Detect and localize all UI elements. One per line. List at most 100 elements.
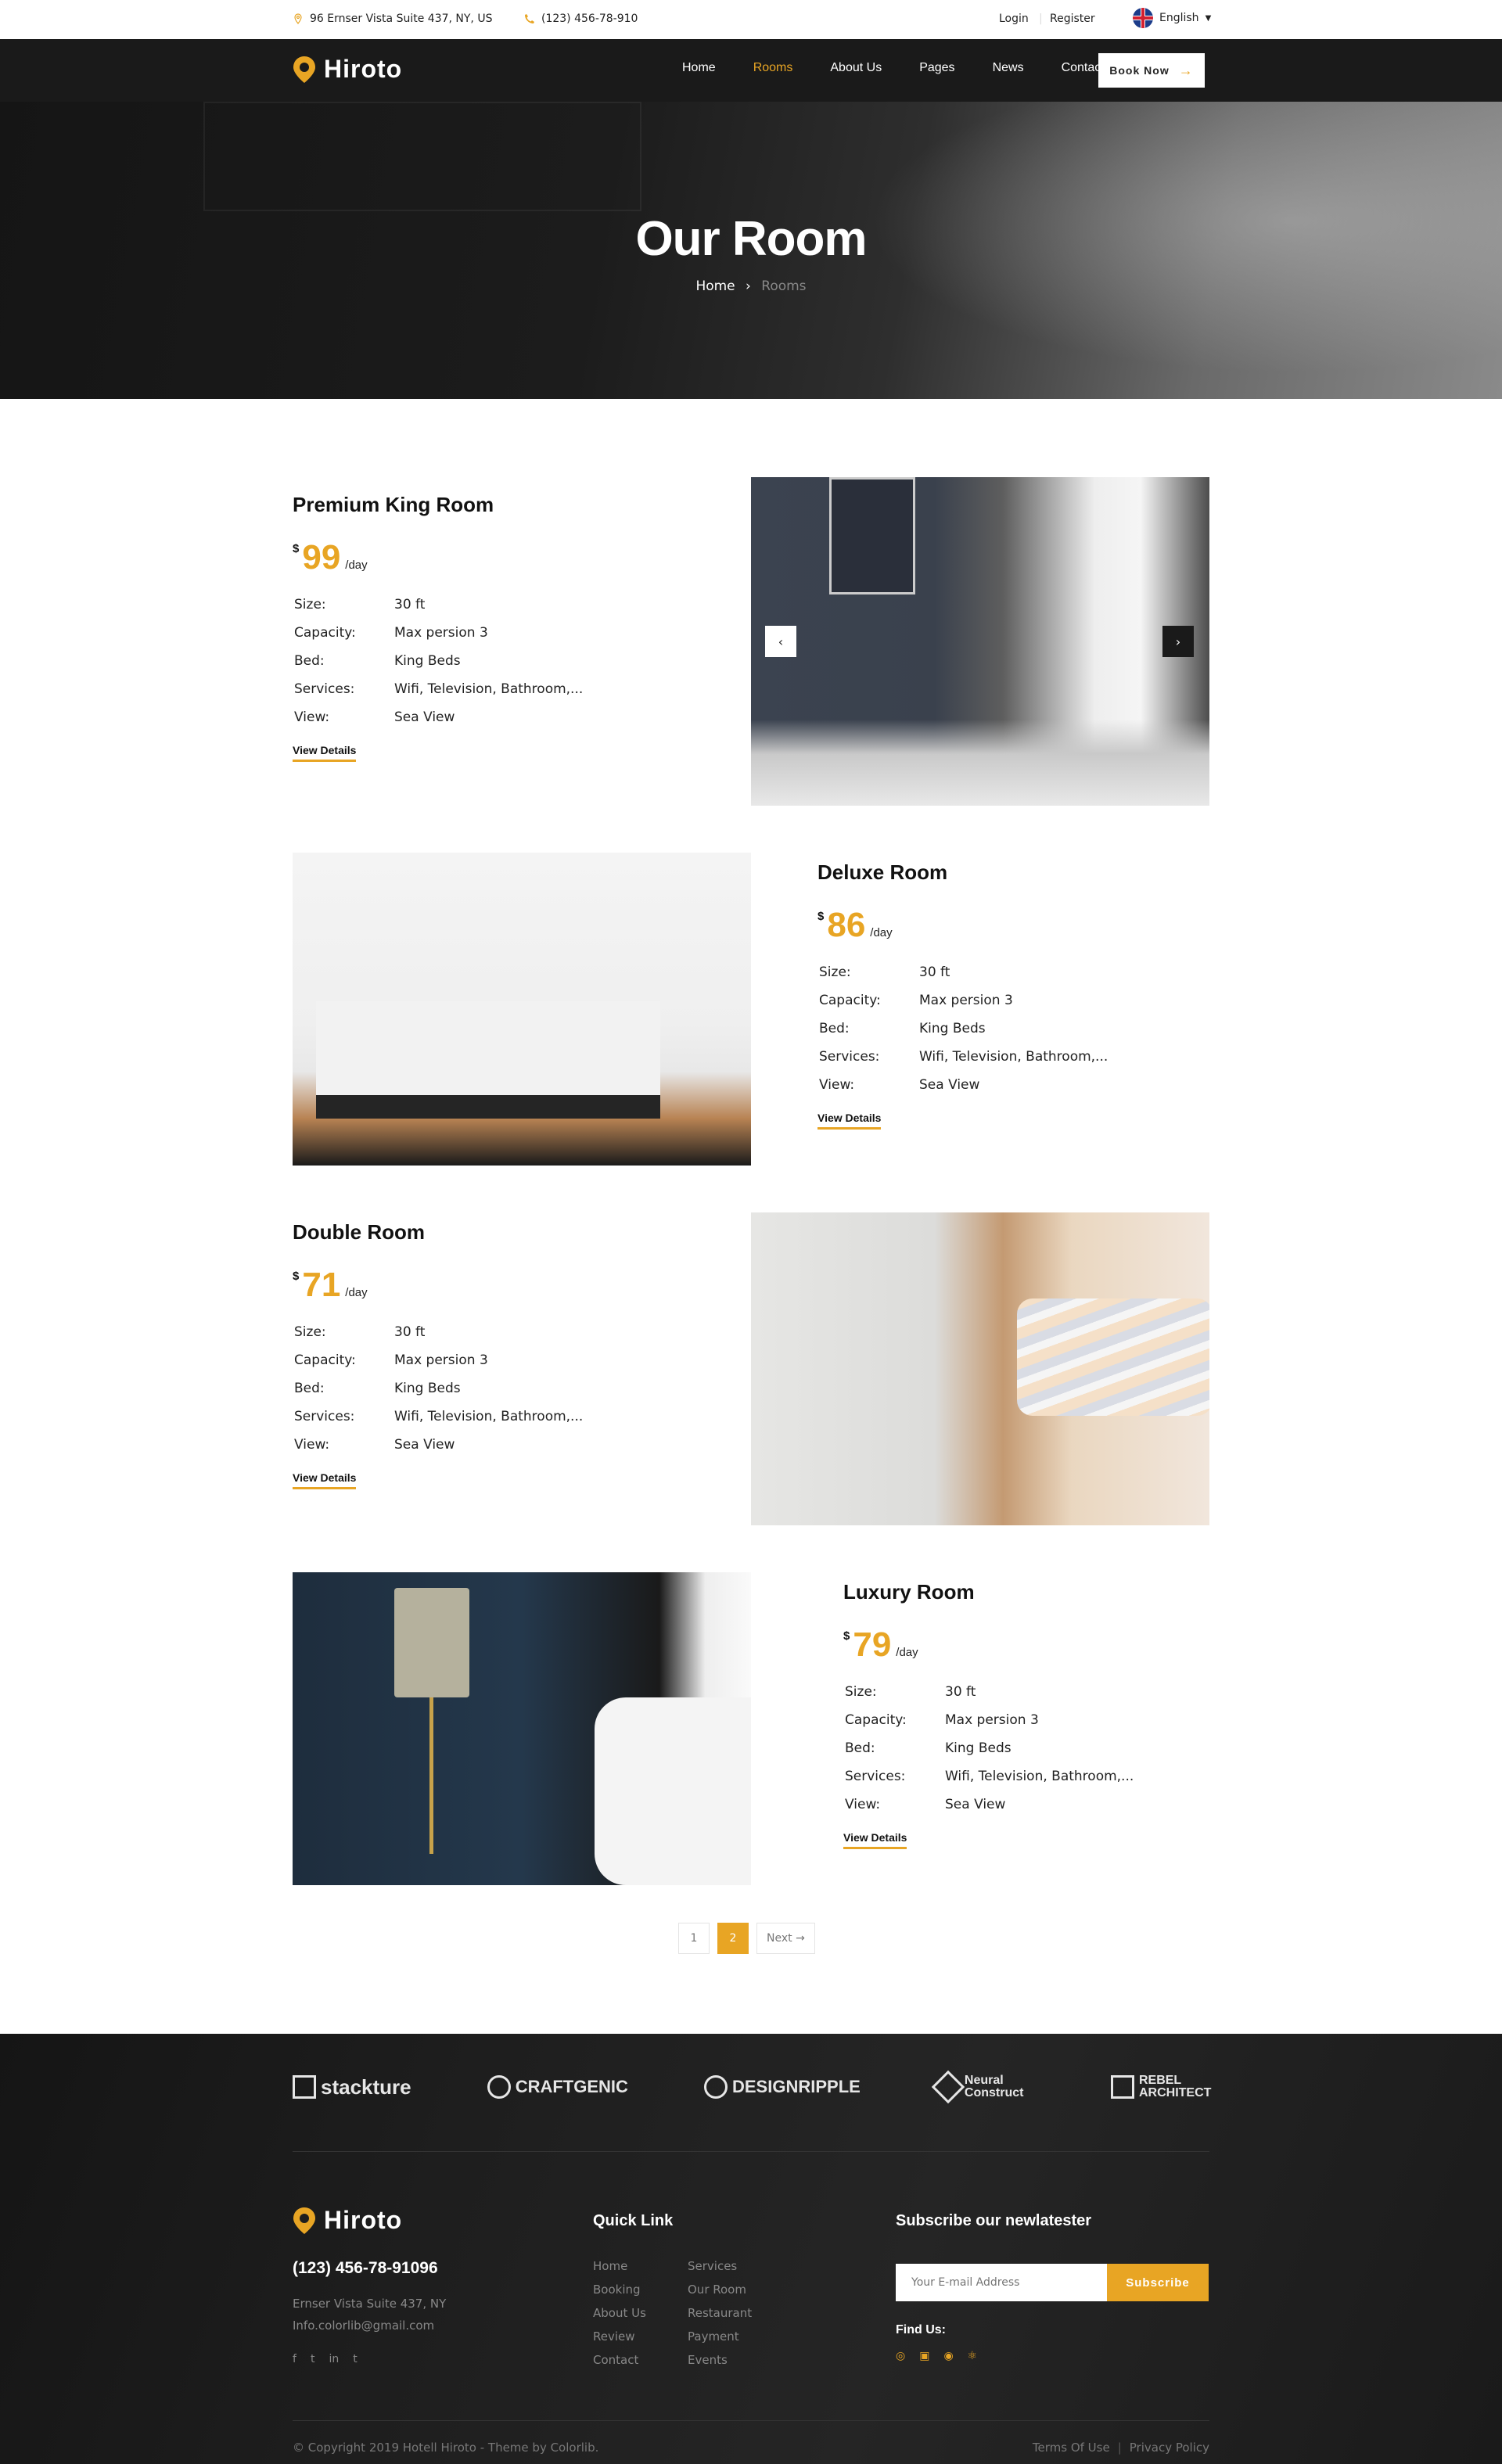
language-label[interactable]: English	[1159, 12, 1199, 24]
spec-row-capacity: Capacity: Max persion 3	[293, 1352, 583, 1381]
rebel-architect-icon	[1110, 2075, 1134, 2099]
nav-home[interactable]: Home	[682, 61, 716, 75]
twitter-icon[interactable]: t	[311, 2353, 315, 2365]
wall-picture	[829, 477, 915, 594]
footer-link-home[interactable]: Home	[593, 2259, 646, 2273]
subscribe-button[interactable]: Subscribe	[1107, 2264, 1209, 2301]
chevron-left-icon[interactable]: ‹	[778, 634, 783, 649]
room-title: Double Room	[293, 1220, 425, 1244]
footer-link-contact[interactable]: Contact	[593, 2353, 646, 2367]
footer-link-about-us[interactable]: About Us	[593, 2306, 646, 2320]
spec-row-capacity: Capacity: Max persion 3	[817, 993, 1108, 1021]
lamp-stem	[429, 1697, 433, 1854]
phone-text: (123) 456-78-910	[541, 13, 638, 25]
spec-value: Sea View	[394, 1437, 455, 1453]
brand-logo[interactable]: Hiroto	[293, 55, 402, 84]
page-hero: Our Room Home › Rooms	[0, 102, 1502, 399]
view-details-link[interactable]: View Details	[817, 1112, 882, 1130]
location-pin-logo-icon	[293, 2207, 315, 2234]
nav-news[interactable]: News	[993, 61, 1024, 75]
currency-symbol: $	[293, 1270, 300, 1283]
partner-logo-craftgenic: CRAFTGENIC	[487, 2075, 628, 2099]
tumblr-icon[interactable]: t	[353, 2353, 358, 2365]
view-details-link[interactable]: View Details	[293, 744, 357, 762]
brand-name[interactable]: Hiroto	[324, 55, 402, 84]
page-1-button[interactable]: 1	[678, 1923, 710, 1954]
phone-icon	[525, 14, 534, 23]
footer-link-restaurant[interactable]: Restaurant	[688, 2306, 752, 2320]
nav-about-us[interactable]: About Us	[830, 61, 882, 75]
chevron-down-icon[interactable]: ▼	[1206, 14, 1212, 23]
spec-value: Wifi, Television, Bathroom,...	[394, 681, 584, 697]
footer-link-payment[interactable]: Payment	[688, 2329, 752, 2344]
footer-link-services[interactable]: Services	[688, 2259, 752, 2273]
footer-link-our-room[interactable]: Our Room	[688, 2283, 752, 2297]
uk-flag-icon	[1133, 8, 1153, 28]
arrow-right-icon: →	[1178, 62, 1194, 78]
brand-name[interactable]: Hiroto	[324, 2206, 402, 2235]
currency-symbol: $	[843, 1629, 850, 1643]
price-value: 99	[302, 538, 341, 576]
price-unit: /day	[896, 1646, 918, 1659]
footer-link-events[interactable]: Events	[688, 2353, 752, 2367]
spec-value: Max persion 3	[394, 625, 488, 641]
pinterest-icon[interactable]: ◉	[943, 2350, 953, 2362]
login-link[interactable]: Login	[999, 13, 1029, 25]
spec-label: View:	[294, 709, 330, 725]
view-details-link[interactable]: View Details	[293, 1471, 357, 1489]
login-label[interactable]: Login	[999, 13, 1029, 25]
nav-rooms[interactable]: Rooms	[753, 61, 793, 75]
room-photo-deluxe	[293, 853, 751, 1166]
room-specs: Size: 30 ft Capacity: Max persion 3 Bed: Ki…	[293, 597, 583, 738]
language-selector[interactable]: English ▼	[1133, 8, 1211, 28]
view-details-link[interactable]: View Details	[843, 1831, 907, 1849]
craftgenic-icon	[487, 2075, 511, 2099]
spec-label: Capacity:	[845, 1712, 907, 1728]
privacy-link[interactable]: Privacy Policy	[1130, 2441, 1209, 2455]
site-footer: stackture CRAFTGENIC DESIGNRIPPLE Neural…	[0, 2034, 1502, 2464]
book-now-button[interactable]: Book Now →	[1098, 53, 1205, 88]
slider-prev-button[interactable]: ‹	[765, 626, 796, 657]
spec-value: 30 ft	[394, 597, 426, 612]
footer-brand-logo[interactable]: Hiroto	[293, 2206, 402, 2235]
footer-link-review[interactable]: Review	[593, 2329, 646, 2344]
page-2-button[interactable]: 2	[717, 1923, 749, 1954]
spec-value: Wifi, Television, Bathroom,...	[945, 1769, 1134, 1784]
book-now-label[interactable]: Book Now	[1109, 64, 1169, 77]
nav-pages[interactable]: Pages	[919, 61, 954, 75]
map-icon[interactable]: ▣	[919, 2350, 929, 2362]
footer-link-booking[interactable]: Booking	[593, 2283, 646, 2297]
terms-link[interactable]: Terms Of Use	[1033, 2441, 1110, 2455]
spec-row-services: Services: Wifi, Television, Bathroom,...	[843, 1769, 1134, 1797]
main-navbar: Hiroto Home Rooms About Us Pages News Co…	[0, 39, 1502, 102]
linkedin-icon[interactable]: in	[329, 2353, 339, 2365]
quick-links-col-2: Services Our Room Restaurant Payment Eve…	[688, 2259, 752, 2367]
spec-label: Size:	[294, 597, 326, 612]
spec-row-bed: Bed: King Beds	[293, 653, 583, 681]
email-field[interactable]	[896, 2264, 1107, 2301]
legal-separator: |	[1117, 2441, 1122, 2455]
partner-logo-rebel-architect: REBEL ARCHITECT	[1110, 2074, 1211, 2099]
legal-links: Terms Of Use | Privacy Policy	[1033, 2441, 1209, 2455]
currency-symbol: $	[293, 542, 300, 555]
breadcrumb-home[interactable]: Home	[695, 278, 735, 294]
spec-label: Size:	[845, 1684, 877, 1700]
spec-value: Max persion 3	[394, 1352, 488, 1368]
spec-row-view: View: Sea View	[293, 709, 583, 738]
register-link[interactable]: Register	[1050, 13, 1095, 25]
spec-row-view: View: Sea View	[843, 1797, 1134, 1825]
spec-value: 30 ft	[394, 1324, 426, 1340]
chevron-right-icon[interactable]: ›	[1176, 634, 1180, 649]
slider-next-button[interactable]: ›	[1162, 626, 1194, 657]
next-page-button[interactable]: Next →	[756, 1923, 815, 1954]
footer-phone: (123) 456-78-91096	[293, 2259, 438, 2277]
footer-email[interactable]: Info.colorlib@gmail.com	[293, 2319, 434, 2333]
spec-label: View:	[819, 1077, 855, 1093]
dribbble-icon[interactable]: ⚛	[968, 2350, 978, 2362]
partner-logo-neural-construct: Neural Construct	[931, 2070, 1035, 2104]
register-label[interactable]: Register	[1050, 13, 1095, 25]
room-photo-premium-king	[751, 477, 1209, 806]
facebook-icon[interactable]: f	[293, 2353, 296, 2365]
spec-value: King Beds	[919, 1021, 986, 1036]
tripadvisor-icon[interactable]: ◎	[896, 2350, 905, 2362]
